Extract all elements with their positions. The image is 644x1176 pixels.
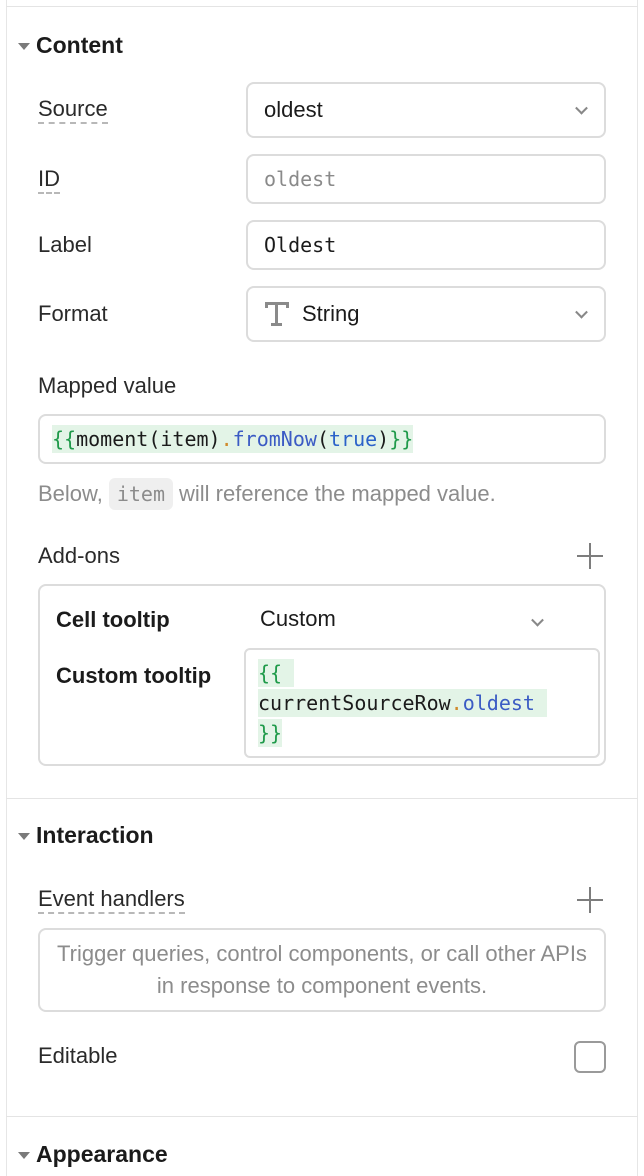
cell-tooltip-value: Custom <box>260 606 336 631</box>
source-label: Source <box>38 96 108 124</box>
section-header-appearance[interactable]: Appearance <box>18 1141 168 1168</box>
label-field-label: Label <box>38 232 92 257</box>
id-input[interactable]: oldest <box>246 154 606 204</box>
format-select[interactable]: String <box>246 286 606 342</box>
section-divider <box>6 798 638 799</box>
mapped-value-label: Mapped value <box>38 373 177 398</box>
id-placeholder: oldest <box>264 167 337 191</box>
mapped-value-hint: Below, item will reference the mapped va… <box>38 478 496 510</box>
label-value: Oldest <box>264 233 337 257</box>
editable-checkbox[interactable] <box>574 1041 606 1073</box>
custom-tooltip-input[interactable]: {{ currentSourceRow.oldest }} <box>244 648 600 758</box>
source-select[interactable]: oldest <box>246 82 606 138</box>
format-label: Format <box>38 301 108 326</box>
cell-tooltip-select[interactable]: Custom <box>260 606 560 638</box>
section-header-content[interactable]: Content <box>18 32 123 59</box>
collapse-caret-icon <box>18 1152 30 1159</box>
label-input[interactable]: Oldest <box>246 220 606 270</box>
section-divider <box>6 1116 638 1117</box>
source-value: oldest <box>264 97 323 122</box>
section-title-content: Content <box>36 32 123 58</box>
collapse-caret-icon <box>18 833 30 840</box>
add-addon-plus-icon[interactable] <box>577 543 603 569</box>
editable-label: Editable <box>38 1043 118 1068</box>
cell-tooltip-label: Cell tooltip <box>56 607 170 632</box>
top-divider <box>6 6 638 7</box>
event-handlers-empty-state: Trigger queries, control components, or … <box>38 928 606 1012</box>
item-chip: item <box>108 478 173 510</box>
custom-tooltip-label: Custom tooltip <box>56 663 212 688</box>
add-event-handler-plus-icon[interactable] <box>577 887 603 913</box>
addons-label: Add-ons <box>38 543 120 568</box>
section-title-interaction: Interaction <box>36 822 154 848</box>
text-type-icon <box>264 301 290 327</box>
collapse-caret-icon <box>18 43 30 50</box>
mapped-value-input[interactable]: {{moment(item).fromNow(true)}} <box>38 414 606 464</box>
event-handlers-label: Event handlers <box>38 886 185 914</box>
chevron-down-icon <box>575 305 588 319</box>
id-label: ID <box>38 166 60 194</box>
section-header-interaction[interactable]: Interaction <box>18 822 154 849</box>
section-title-appearance: Appearance <box>36 1141 168 1167</box>
chevron-down-icon <box>531 613 544 627</box>
mapped-value-code: {{moment(item).fromNow(true)}} <box>52 425 414 453</box>
chevron-down-icon <box>575 101 588 115</box>
format-value: String <box>302 301 360 326</box>
